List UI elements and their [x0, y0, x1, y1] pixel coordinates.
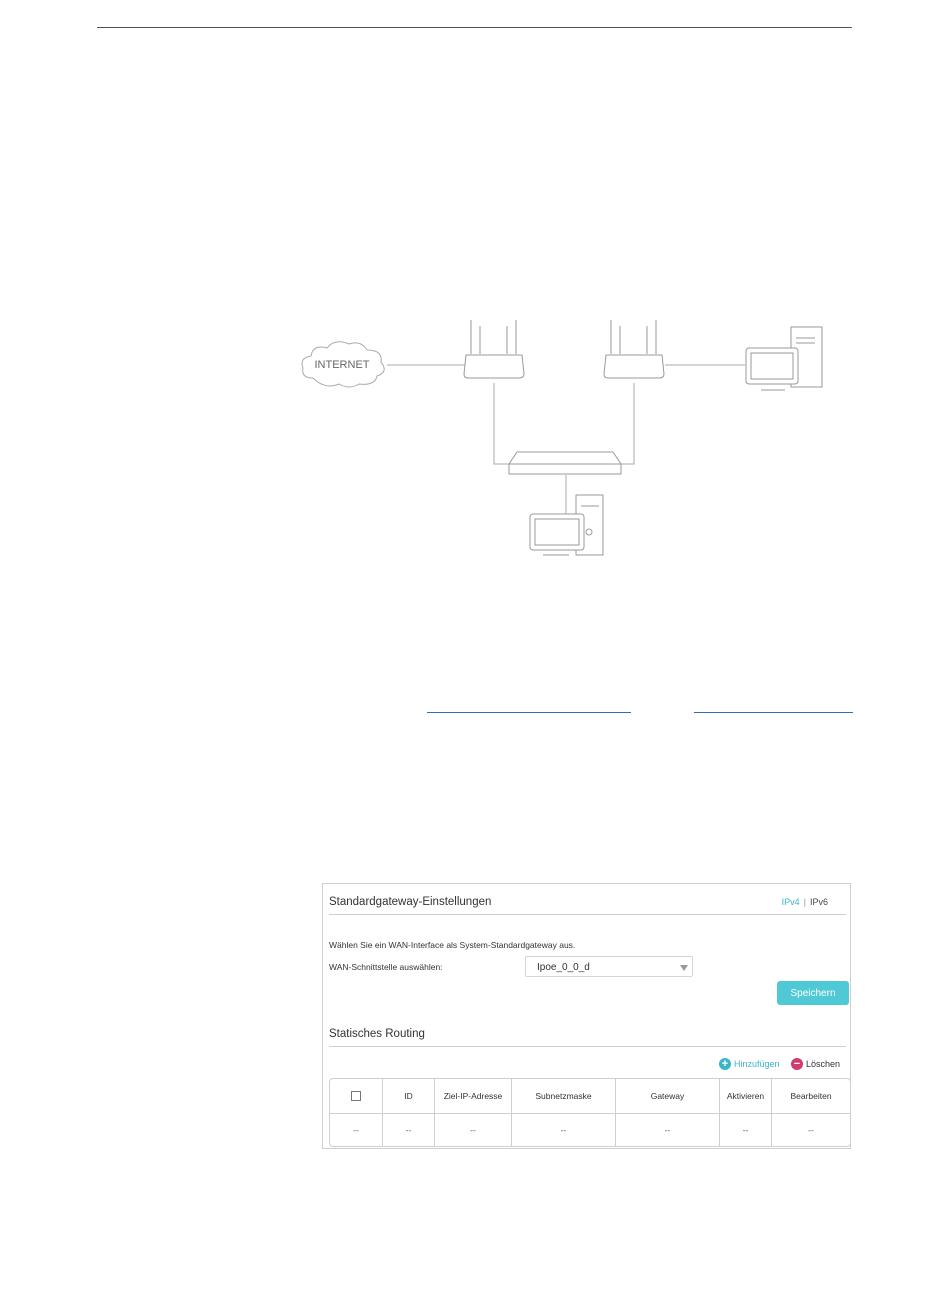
chevron-down-icon: [680, 965, 688, 971]
column-header-gateway: Gateway: [615, 1079, 719, 1114]
column-header-subnet-mask: Subnetzmaske: [511, 1079, 615, 1114]
ipv6-tab[interactable]: IPv6: [810, 897, 828, 907]
static-routing-table: ID Ziel-IP-Adresse Subnetzmaske Gateway …: [329, 1078, 851, 1147]
network-diagram: INTERNET: [301, 320, 823, 556]
panel-title: Standardgateway-Einstellungen: [329, 896, 492, 908]
column-header-edit: Bearbeiten: [771, 1079, 850, 1114]
save-button[interactable]: Speichern: [777, 981, 849, 1005]
tab-separator: |: [803, 897, 806, 907]
table-cell: --: [719, 1114, 771, 1146]
page-top-rule: [97, 27, 852, 28]
ip-version-switch: IPv4 | IPv6: [782, 897, 828, 907]
wan-interface-label: WAN-Schnittstelle auswählen:: [329, 962, 443, 972]
internet-label: INTERNET: [315, 359, 370, 371]
router2-switch-link: [621, 383, 635, 465]
static-routing-title: Statisches Routing: [329, 1028, 425, 1040]
wan-interface-select[interactable]: Ipoe_0_0_d: [525, 956, 693, 977]
wan-interface-value: Ipoe_0_0_d: [537, 962, 590, 973]
divider: [329, 914, 846, 915]
link-underline[interactable]: [694, 712, 853, 713]
table-cell: --: [382, 1114, 434, 1146]
table-cell: --: [615, 1114, 719, 1146]
column-header-id: ID: [382, 1079, 434, 1114]
add-label: Hinzufügen: [734, 1059, 780, 1069]
table-header-row: ID Ziel-IP-Adresse Subnetzmaske Gateway …: [330, 1079, 850, 1114]
router-icon: [463, 320, 525, 379]
column-header-enable: Aktivieren: [719, 1079, 771, 1114]
add-button[interactable]: + Hinzufügen: [719, 1058, 780, 1070]
plus-icon: +: [719, 1058, 731, 1070]
column-header-destination-ip: Ziel-IP-Adresse: [434, 1079, 511, 1114]
select-all-checkbox[interactable]: [351, 1091, 361, 1102]
table-cell: --: [771, 1114, 850, 1146]
table-cell: --: [353, 1125, 359, 1135]
desktop-computer-icon: [745, 326, 823, 391]
table-cell: --: [434, 1114, 511, 1146]
table-cell: --: [511, 1114, 615, 1146]
ipv4-tab[interactable]: IPv4: [782, 897, 800, 907]
divider: [329, 1046, 846, 1047]
settings-panel: Standardgateway-Einstellungen IPv4 | IPv6 …: [322, 883, 851, 1149]
delete-label: Löschen: [806, 1059, 841, 1069]
link-underline[interactable]: [427, 712, 631, 713]
router-icon: [603, 320, 665, 379]
switch-icon: [508, 451, 622, 475]
router1-switch-link: [493, 383, 509, 465]
table-row: -- -- -- -- -- -- --: [330, 1114, 850, 1146]
delete-button[interactable]: − Löschen: [791, 1058, 840, 1070]
minus-icon: −: [791, 1058, 803, 1070]
gateway-description: Wählen Sie ein WAN-Interface als System-…: [329, 940, 576, 950]
select-all-cell: [330, 1079, 382, 1114]
